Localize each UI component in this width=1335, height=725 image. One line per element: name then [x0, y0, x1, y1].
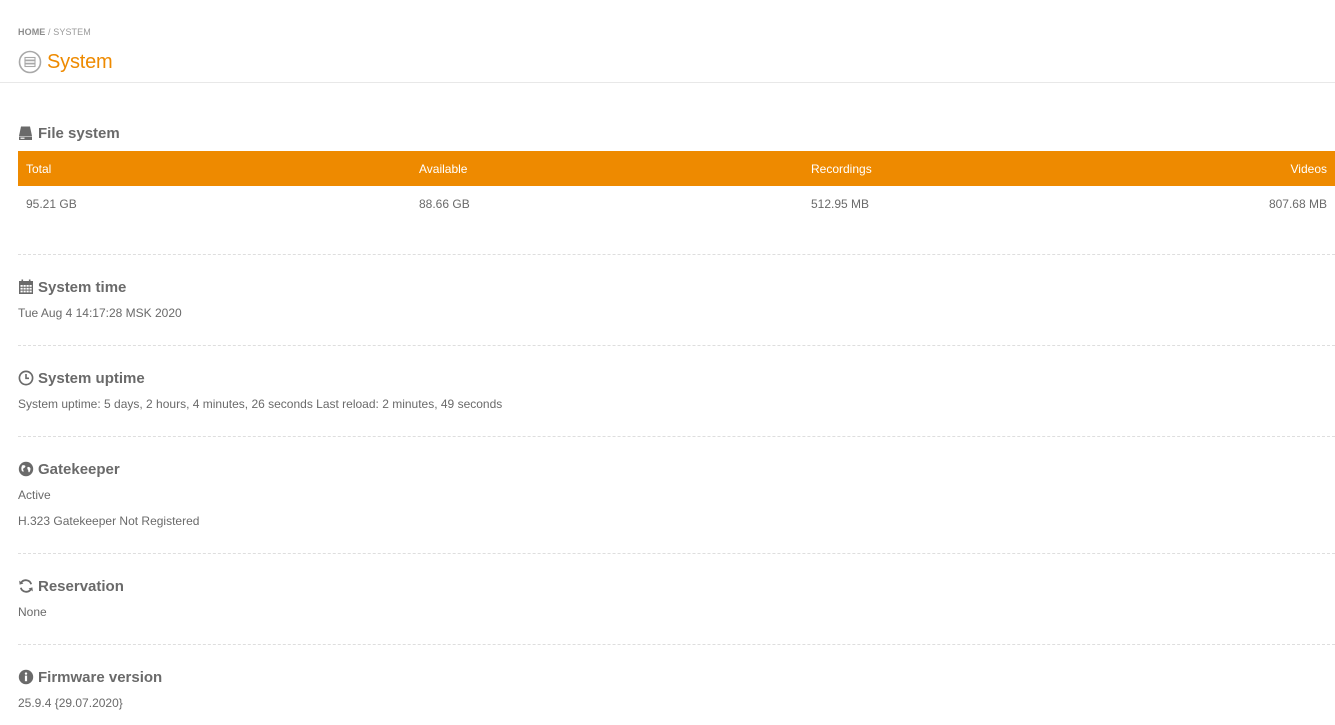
- breadcrumb: HOME / SYSTEM: [18, 27, 91, 37]
- gatekeeper-section: Gatekeeper Active H.323 Gatekeeper Not R…: [18, 459, 1335, 529]
- cell-available: 88.66 GB: [419, 197, 470, 211]
- clock-icon: [18, 370, 34, 386]
- table-header-row: Total Available Recordings Videos: [18, 151, 1335, 186]
- system-uptime-header: System uptime: [18, 368, 1335, 388]
- cell-recordings: 512.95 MB: [811, 197, 870, 211]
- calendar-icon: [18, 279, 34, 295]
- breadcrumb-home[interactable]: HOME: [18, 27, 45, 37]
- gatekeeper-header: Gatekeeper: [18, 459, 1335, 479]
- section-divider: [18, 436, 1335, 437]
- firmware-title: Firmware version: [38, 668, 163, 686]
- firmware-value: 25.9.4 {29.07.2020}: [18, 696, 123, 710]
- system-uptime-section: System uptime System uptime: 5 days, 2 h…: [18, 368, 1335, 412]
- firmware-header: Firmware version: [18, 667, 1335, 687]
- section-divider: [18, 553, 1335, 554]
- info-icon: [18, 669, 34, 685]
- file-system-section: File system: [18, 123, 1335, 143]
- breadcrumb-separator: /: [48, 27, 51, 37]
- column-header-total: Total: [18, 151, 411, 186]
- column-header-recordings: Recordings: [803, 151, 1195, 186]
- system-uptime-title: System uptime: [38, 369, 145, 387]
- page-header: HOME / SYSTEM System: [0, 0, 1335, 83]
- firmware-section: Firmware version 25.9.4 {29.07.2020}: [18, 667, 1335, 711]
- system-time-value: Tue Aug 4 14:17:28 MSK 2020: [18, 306, 182, 320]
- gatekeeper-detail: H.323 Gatekeeper Not Registered: [18, 514, 200, 528]
- refresh-icon: [18, 578, 34, 594]
- page-title-row: System: [18, 49, 113, 75]
- reservation-title: Reservation: [38, 577, 124, 595]
- column-header-videos: Videos: [1195, 151, 1335, 186]
- hard-drive-icon: [18, 125, 34, 141]
- reservation-header: Reservation: [18, 576, 1335, 596]
- system-time-section: System time Tue Aug 4 14:17:28 MSK 2020: [18, 277, 1335, 321]
- breadcrumb-current: SYSTEM: [53, 27, 91, 37]
- globe-icon: [18, 461, 34, 477]
- reservation-value: None: [18, 605, 47, 619]
- column-header-available: Available: [411, 151, 803, 186]
- server-icon: [18, 50, 42, 74]
- system-time-title: System time: [38, 278, 127, 296]
- gatekeeper-status: Active: [18, 488, 51, 502]
- file-system-table: Total Available Recordings Videos 95.21 …: [18, 151, 1335, 222]
- section-divider: [18, 644, 1335, 645]
- file-system-title: File system: [38, 124, 120, 142]
- section-divider: [18, 345, 1335, 346]
- reservation-section: Reservation None: [18, 576, 1335, 620]
- system-uptime-value: System uptime: 5 days, 2 hours, 4 minute…: [18, 397, 503, 411]
- page-title: System: [47, 50, 113, 73]
- cell-total: 95.21 GB: [26, 197, 77, 211]
- section-divider: [18, 254, 1335, 255]
- file-system-header: File system: [18, 123, 1335, 143]
- cell-videos: 807.68 MB: [1268, 197, 1327, 211]
- table-row: 95.21 GB 88.66 GB 512.95 MB 807.68 MB: [18, 186, 1335, 222]
- system-time-header: System time: [18, 277, 1335, 297]
- gatekeeper-title: Gatekeeper: [38, 460, 120, 478]
